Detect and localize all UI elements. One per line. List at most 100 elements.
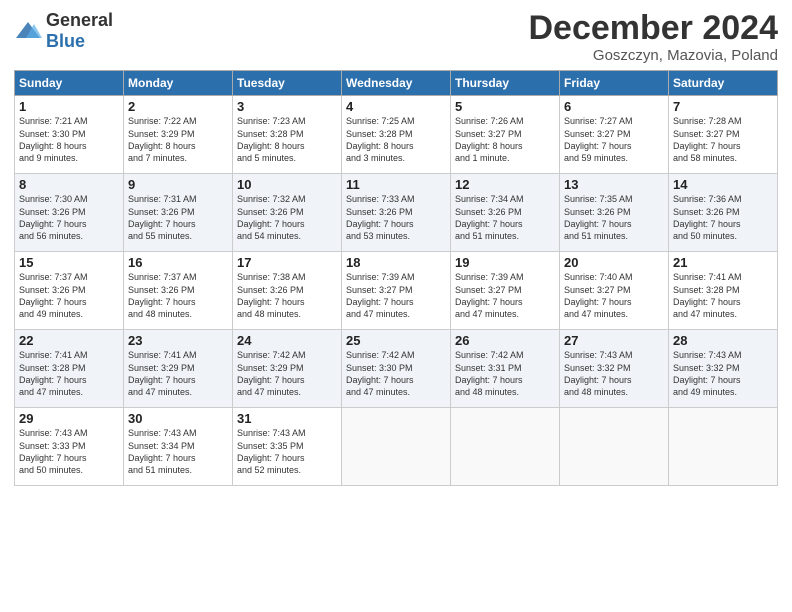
day-info: Sunrise: 7:41 AMSunset: 3:29 PMDaylight:… [128,349,228,398]
day-number: 30 [128,411,228,426]
calendar-cell: 11Sunrise: 7:33 AMSunset: 3:26 PMDayligh… [342,174,451,252]
week-row-5: 29Sunrise: 7:43 AMSunset: 3:33 PMDayligh… [15,408,778,486]
day-number: 21 [673,255,773,270]
calendar-cell: 20Sunrise: 7:40 AMSunset: 3:27 PMDayligh… [560,252,669,330]
day-info: Sunrise: 7:39 AMSunset: 3:27 PMDaylight:… [346,271,446,320]
calendar-cell: 5Sunrise: 7:26 AMSunset: 3:27 PMDaylight… [451,96,560,174]
day-number: 25 [346,333,446,348]
day-number: 13 [564,177,664,192]
day-number: 29 [19,411,119,426]
calendar-cell: 2Sunrise: 7:22 AMSunset: 3:29 PMDaylight… [124,96,233,174]
day-info: Sunrise: 7:30 AMSunset: 3:26 PMDaylight:… [19,193,119,242]
day-info: Sunrise: 7:40 AMSunset: 3:27 PMDaylight:… [564,271,664,320]
weekday-header-row: SundayMondayTuesdayWednesdayThursdayFrid… [15,71,778,96]
day-info: Sunrise: 7:23 AMSunset: 3:28 PMDaylight:… [237,115,337,164]
day-number: 14 [673,177,773,192]
weekday-header-friday: Friday [560,71,669,96]
day-number: 31 [237,411,337,426]
calendar-cell: 15Sunrise: 7:37 AMSunset: 3:26 PMDayligh… [15,252,124,330]
calendar-cell: 6Sunrise: 7:27 AMSunset: 3:27 PMDaylight… [560,96,669,174]
calendar-cell: 22Sunrise: 7:41 AMSunset: 3:28 PMDayligh… [15,330,124,408]
day-info: Sunrise: 7:25 AMSunset: 3:28 PMDaylight:… [346,115,446,164]
weekday-header-thursday: Thursday [451,71,560,96]
day-info: Sunrise: 7:21 AMSunset: 3:30 PMDaylight:… [19,115,119,164]
calendar-cell: 4Sunrise: 7:25 AMSunset: 3:28 PMDaylight… [342,96,451,174]
day-number: 2 [128,99,228,114]
calendar-cell: 1Sunrise: 7:21 AMSunset: 3:30 PMDaylight… [15,96,124,174]
day-number: 4 [346,99,446,114]
calendar-cell: 26Sunrise: 7:42 AMSunset: 3:31 PMDayligh… [451,330,560,408]
day-number: 28 [673,333,773,348]
day-number: 24 [237,333,337,348]
day-info: Sunrise: 7:31 AMSunset: 3:26 PMDaylight:… [128,193,228,242]
calendar-cell [560,408,669,486]
day-info: Sunrise: 7:27 AMSunset: 3:27 PMDaylight:… [564,115,664,164]
calendar-cell: 19Sunrise: 7:39 AMSunset: 3:27 PMDayligh… [451,252,560,330]
calendar-cell: 7Sunrise: 7:28 AMSunset: 3:27 PMDaylight… [669,96,778,174]
week-row-1: 1Sunrise: 7:21 AMSunset: 3:30 PMDaylight… [15,96,778,174]
calendar-cell: 12Sunrise: 7:34 AMSunset: 3:26 PMDayligh… [451,174,560,252]
calendar-cell: 3Sunrise: 7:23 AMSunset: 3:28 PMDaylight… [233,96,342,174]
day-number: 19 [455,255,555,270]
weekday-header-tuesday: Tuesday [233,71,342,96]
calendar-cell: 25Sunrise: 7:42 AMSunset: 3:30 PMDayligh… [342,330,451,408]
day-number: 7 [673,99,773,114]
day-info: Sunrise: 7:37 AMSunset: 3:26 PMDaylight:… [19,271,119,320]
week-row-2: 8Sunrise: 7:30 AMSunset: 3:26 PMDaylight… [15,174,778,252]
day-info: Sunrise: 7:41 AMSunset: 3:28 PMDaylight:… [673,271,773,320]
logo-blue: Blue [46,31,85,51]
calendar-table: SundayMondayTuesdayWednesdayThursdayFrid… [14,70,778,486]
day-number: 15 [19,255,119,270]
day-info: Sunrise: 7:34 AMSunset: 3:26 PMDaylight:… [455,193,555,242]
calendar-cell: 13Sunrise: 7:35 AMSunset: 3:26 PMDayligh… [560,174,669,252]
day-number: 26 [455,333,555,348]
day-info: Sunrise: 7:43 AMSunset: 3:34 PMDaylight:… [128,427,228,476]
week-row-3: 15Sunrise: 7:37 AMSunset: 3:26 PMDayligh… [15,252,778,330]
page-container: General Blue December 2024 Goszczyn, Maz… [0,0,792,492]
header: General Blue December 2024 Goszczyn, Maz… [14,10,778,64]
calendar-cell: 9Sunrise: 7:31 AMSunset: 3:26 PMDaylight… [124,174,233,252]
day-info: Sunrise: 7:35 AMSunset: 3:26 PMDaylight:… [564,193,664,242]
week-row-4: 22Sunrise: 7:41 AMSunset: 3:28 PMDayligh… [15,330,778,408]
month-title: December 2024 [528,10,778,47]
day-info: Sunrise: 7:41 AMSunset: 3:28 PMDaylight:… [19,349,119,398]
day-number: 17 [237,255,337,270]
calendar-cell: 28Sunrise: 7:43 AMSunset: 3:32 PMDayligh… [669,330,778,408]
day-number: 1 [19,99,119,114]
calendar-cell: 8Sunrise: 7:30 AMSunset: 3:26 PMDaylight… [15,174,124,252]
day-info: Sunrise: 7:43 AMSunset: 3:32 PMDaylight:… [673,349,773,398]
weekday-header-sunday: Sunday [15,71,124,96]
calendar-cell: 17Sunrise: 7:38 AMSunset: 3:26 PMDayligh… [233,252,342,330]
calendar-cell: 30Sunrise: 7:43 AMSunset: 3:34 PMDayligh… [124,408,233,486]
day-info: Sunrise: 7:43 AMSunset: 3:35 PMDaylight:… [237,427,337,476]
weekday-header-saturday: Saturday [669,71,778,96]
day-info: Sunrise: 7:32 AMSunset: 3:26 PMDaylight:… [237,193,337,242]
day-number: 20 [564,255,664,270]
logo-general: General [46,10,113,30]
logo-icon [14,20,42,42]
day-number: 12 [455,177,555,192]
calendar-cell: 24Sunrise: 7:42 AMSunset: 3:29 PMDayligh… [233,330,342,408]
day-number: 5 [455,99,555,114]
calendar-cell: 23Sunrise: 7:41 AMSunset: 3:29 PMDayligh… [124,330,233,408]
calendar-cell [669,408,778,486]
day-info: Sunrise: 7:22 AMSunset: 3:29 PMDaylight:… [128,115,228,164]
calendar-cell: 21Sunrise: 7:41 AMSunset: 3:28 PMDayligh… [669,252,778,330]
logo: General Blue [14,10,113,52]
day-number: 6 [564,99,664,114]
calendar-cell: 14Sunrise: 7:36 AMSunset: 3:26 PMDayligh… [669,174,778,252]
day-info: Sunrise: 7:26 AMSunset: 3:27 PMDaylight:… [455,115,555,164]
calendar-cell: 18Sunrise: 7:39 AMSunset: 3:27 PMDayligh… [342,252,451,330]
day-info: Sunrise: 7:28 AMSunset: 3:27 PMDaylight:… [673,115,773,164]
day-number: 27 [564,333,664,348]
day-info: Sunrise: 7:36 AMSunset: 3:26 PMDaylight:… [673,193,773,242]
calendar-cell: 10Sunrise: 7:32 AMSunset: 3:26 PMDayligh… [233,174,342,252]
day-number: 16 [128,255,228,270]
day-info: Sunrise: 7:42 AMSunset: 3:29 PMDaylight:… [237,349,337,398]
day-number: 9 [128,177,228,192]
day-info: Sunrise: 7:42 AMSunset: 3:30 PMDaylight:… [346,349,446,398]
day-info: Sunrise: 7:43 AMSunset: 3:33 PMDaylight:… [19,427,119,476]
weekday-header-monday: Monday [124,71,233,96]
day-info: Sunrise: 7:43 AMSunset: 3:32 PMDaylight:… [564,349,664,398]
day-info: Sunrise: 7:37 AMSunset: 3:26 PMDaylight:… [128,271,228,320]
